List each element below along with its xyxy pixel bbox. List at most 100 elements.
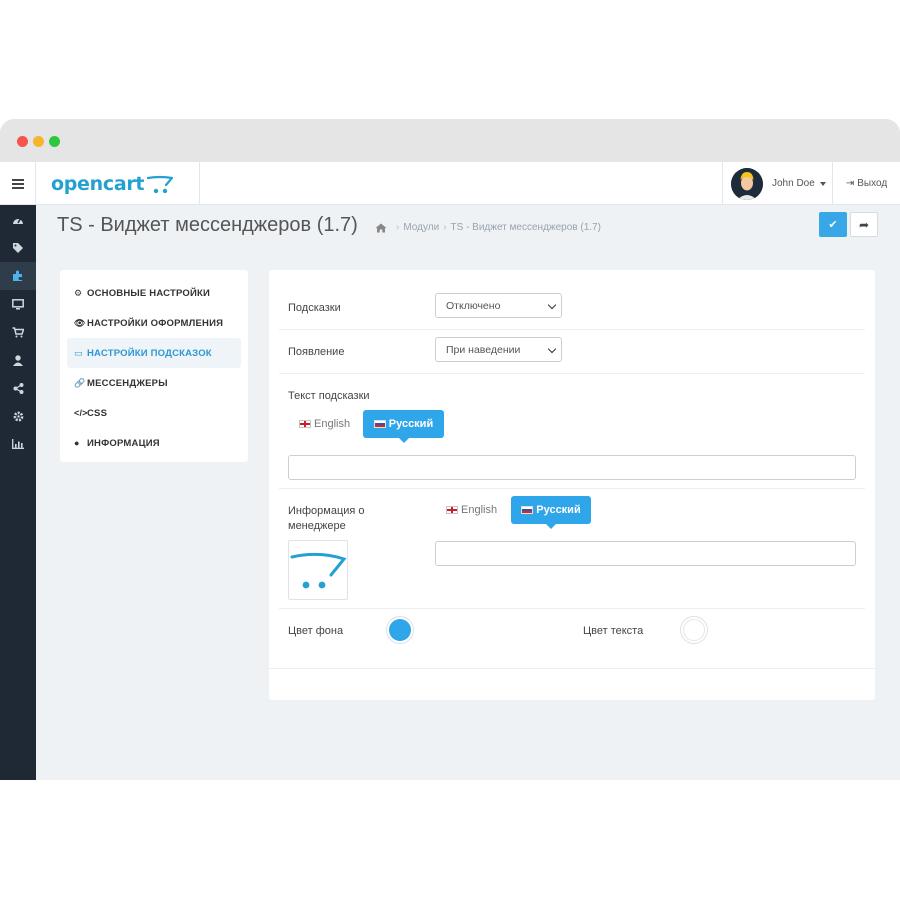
menu-item-label: ОСНОВНЫЕ НАСТРОЙКИ [87, 287, 211, 299]
menu-item-css[interactable]: </> CSS [60, 398, 248, 428]
appear-select-value: При наведении [446, 343, 521, 356]
settings-menu: ⚙ ОСНОВНЫЕ НАСТРОЙКИ 👁 НАСТРОЙКИ ОФОРМЛЕ… [60, 270, 248, 462]
menu-item-label: МЕССЕНДЖЕРЫ [87, 377, 168, 389]
bg-color-swatch [389, 619, 411, 641]
divider [279, 488, 865, 489]
divider [269, 668, 875, 669]
breadcrumb: › Модули › TS - Виджет мессенджеров (1.7… [375, 222, 601, 233]
logout-label: Выход [857, 178, 888, 189]
hints-select[interactable]: Отключено [435, 293, 562, 318]
sidebar-item-customers[interactable] [0, 346, 36, 374]
sidebar-item-catalog[interactable] [0, 234, 36, 262]
monitor-icon [12, 298, 24, 309]
chevron-down-icon [819, 181, 826, 186]
manager-info-input[interactable] [435, 541, 856, 566]
opencart-cart-image-icon [290, 552, 347, 589]
tab-english[interactable]: English [446, 504, 497, 516]
appear-select[interactable]: При наведении [435, 337, 562, 362]
user-icon [13, 354, 23, 366]
sidebar [0, 205, 36, 780]
sidebar-item-reports[interactable] [0, 430, 36, 458]
user-name: John Doe [772, 178, 815, 189]
logo-text: opencart [51, 172, 145, 195]
appear-label: Появление [288, 346, 345, 358]
share-icon [13, 382, 23, 394]
minimize-window-button[interactable] [33, 136, 44, 147]
menu-item-label: НАСТРОЙКИ ОФОРМЛЕНИЯ [87, 317, 224, 329]
eye-icon: 👁 [74, 317, 86, 328]
sidebar-item-marketing[interactable] [0, 374, 36, 402]
dashboard-icon [13, 218, 23, 224]
menu-toggle-button[interactable] [0, 162, 36, 205]
divider [279, 608, 865, 609]
chevron-down-icon [547, 300, 557, 310]
hint-text-input[interactable] [288, 455, 856, 480]
divider [279, 329, 865, 330]
sign-out-icon: ⇥ [845, 178, 855, 189]
comment-icon: ▭ [74, 347, 83, 358]
home-icon[interactable] [375, 223, 387, 233]
tag-icon [13, 243, 23, 253]
tab-russian[interactable]: Русский [511, 496, 591, 529]
puzzle-icon [13, 270, 22, 281]
menu-item-label: CSS [87, 407, 108, 419]
uk-flag-icon [299, 420, 311, 428]
check-icon: ✔ [828, 219, 838, 231]
manager-image[interactable] [288, 540, 348, 600]
close-window-button[interactable] [17, 136, 28, 147]
hint-settings-form: Подсказки Отключено Появление При наведе… [269, 270, 875, 700]
hint-text-label: Текст подсказки [288, 390, 370, 402]
breadcrumb-modules[interactable]: Модули [403, 222, 439, 233]
tab-russian[interactable]: Русский [363, 410, 444, 443]
menu-item-hint-settings[interactable]: ▭ НАСТРОЙКИ ПОДСКАЗОК [67, 338, 241, 368]
text-color-swatch [683, 619, 705, 641]
info-icon: ● [74, 438, 80, 448]
sidebar-item-sales[interactable] [0, 318, 36, 346]
menu-item-info[interactable]: ● ИНФОРМАЦИЯ [60, 428, 248, 458]
russia-flag-icon [373, 420, 386, 428]
tab-label: Русский [388, 418, 434, 430]
save-button[interactable]: ✔ [819, 212, 847, 237]
manager-info-label-line1: Информация о [288, 505, 365, 517]
text-color-picker[interactable] [680, 616, 708, 644]
sidebar-item-extensions[interactable] [0, 262, 36, 290]
opencart-logo[interactable]: opencart [36, 162, 200, 205]
bar-chart-icon [12, 439, 24, 449]
menu-item-messengers[interactable]: 🔗 МЕССЕНДЖЕРЫ [60, 368, 248, 398]
menu-item-label: ИНФОРМАЦИЯ [87, 437, 160, 449]
menu-item-main-settings[interactable]: ⚙ ОСНОВНЫЕ НАСТРОЙКИ [60, 278, 248, 308]
menu-item-design-settings[interactable]: 👁 НАСТРОЙКИ ОФОРМЛЕНИЯ [60, 308, 248, 338]
breadcrumb-separator: › [396, 222, 400, 233]
back-button[interactable]: ➦ [850, 212, 878, 237]
cart-logo-icon [147, 175, 174, 193]
user-menu[interactable]: John Doe [722, 162, 832, 205]
tab-english[interactable]: English [299, 418, 350, 430]
gear-icon [13, 411, 23, 421]
breadcrumb-separator: › [443, 222, 447, 233]
logout-button[interactable]: ⇥ Выход [832, 162, 900, 205]
cart-icon [12, 326, 24, 337]
bg-color-picker[interactable] [386, 616, 414, 644]
avatar [731, 167, 763, 200]
tab-label: English [314, 418, 351, 430]
divider [279, 373, 865, 374]
bg-color-label: Цвет фона [288, 625, 344, 637]
reply-icon: ➦ [858, 217, 870, 232]
sidebar-item-dashboard[interactable] [0, 206, 36, 234]
breadcrumb-current[interactable]: TS - Виджет мессенджеров (1.7) [451, 222, 601, 233]
avatar-icon [731, 167, 763, 200]
gear-icon: ⚙ [74, 287, 83, 298]
browser-window: opencart John Doe ⇥ Выход TS - Виджет ме… [0, 119, 900, 780]
page-title: TS - Виджет мессенджеров (1.7) [57, 214, 358, 236]
tab-label: English [461, 504, 498, 516]
manager-info-label-line2: менеджере [288, 520, 346, 532]
maximize-window-button[interactable] [49, 136, 60, 147]
sidebar-item-design[interactable] [0, 290, 36, 318]
uk-flag-icon [446, 506, 458, 514]
manager-info-label: Информация о менеджере [288, 504, 365, 534]
hints-label: Подсказки [288, 302, 341, 314]
link-icon: 🔗 [74, 377, 86, 388]
hints-select-value: Отключено [446, 299, 501, 312]
top-header: opencart John Doe ⇥ Выход [0, 162, 900, 205]
sidebar-item-system[interactable] [0, 402, 36, 430]
